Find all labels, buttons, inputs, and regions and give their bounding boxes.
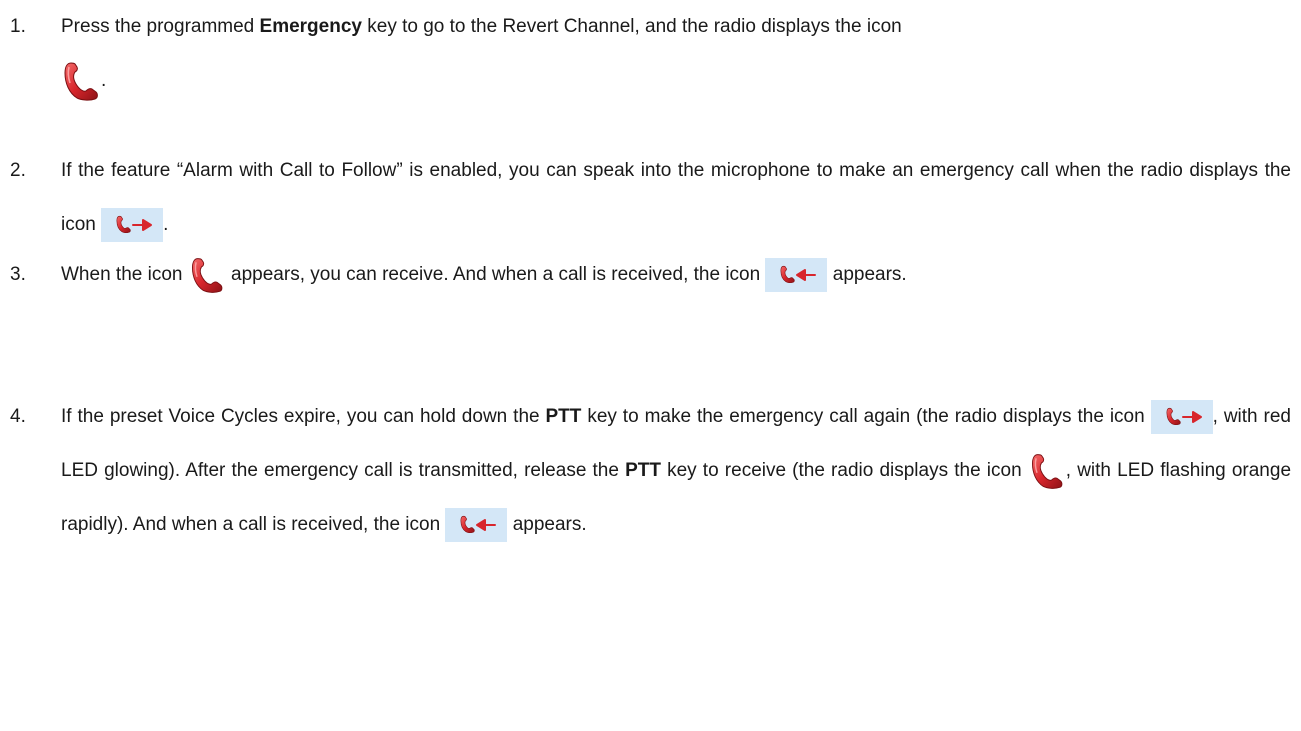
key-name-ptt: PTT: [545, 406, 582, 427]
step-number: 2.: [10, 160, 26, 181]
step-text: If the preset Voice Cycles expire, you c…: [61, 390, 1291, 552]
text-segment: .: [101, 70, 107, 91]
text-segment: Press the programmed: [61, 16, 260, 37]
step-text: If the feature “Alarm with Call to Follo…: [61, 144, 1291, 252]
emergency-phone-icon: [61, 56, 101, 106]
emergency-phone-icon: [1028, 451, 1066, 491]
emergency-call-transmit-icon: [101, 207, 164, 242]
text-segment: .: [163, 214, 169, 235]
step-number: 3.: [10, 264, 26, 285]
text-segment: If the preset Voice Cycles expire, you c…: [61, 406, 546, 427]
text-segment: appears.: [832, 264, 907, 285]
text-segment: key to go to the Revert Channel, and the…: [361, 16, 902, 37]
emergency-call-receive-icon: [445, 507, 508, 542]
emergency-phone-icon: [188, 255, 226, 295]
list-item-step-3: 3. When the icon appears, you can receiv…: [10, 248, 1291, 302]
step-text: Press the programmed Emergency key to go…: [61, 0, 1291, 108]
text-segment: appears.: [512, 514, 587, 535]
list-item-step-4: 4. If the preset Voice Cycles expire, yo…: [10, 390, 1291, 552]
emergency-call-receive-icon: [765, 257, 828, 292]
step-text: When the icon appears, you can receive. …: [61, 248, 1291, 302]
key-name-emergency: Emergency: [259, 16, 362, 37]
text-segment: If the feature “Alarm with Call to Follo…: [61, 160, 1291, 235]
key-name-ptt: PTT: [625, 460, 661, 481]
text-segment: When the icon: [61, 264, 183, 285]
step-number: 4.: [10, 406, 26, 427]
emergency-call-transmit-icon: [1150, 399, 1213, 434]
list-item-step-1: 1. Press the programmed Emergency key to…: [10, 0, 1291, 108]
step-number: 1.: [10, 16, 26, 37]
list-item-step-2: 2. If the feature “Alarm with Call to Fo…: [10, 144, 1291, 252]
text-segment: appears, you can receive. And when a cal…: [231, 264, 761, 285]
text-segment: key to receive (the radio displays the i…: [660, 460, 1022, 481]
text-segment: key to make the emergency call again (th…: [581, 406, 1145, 427]
